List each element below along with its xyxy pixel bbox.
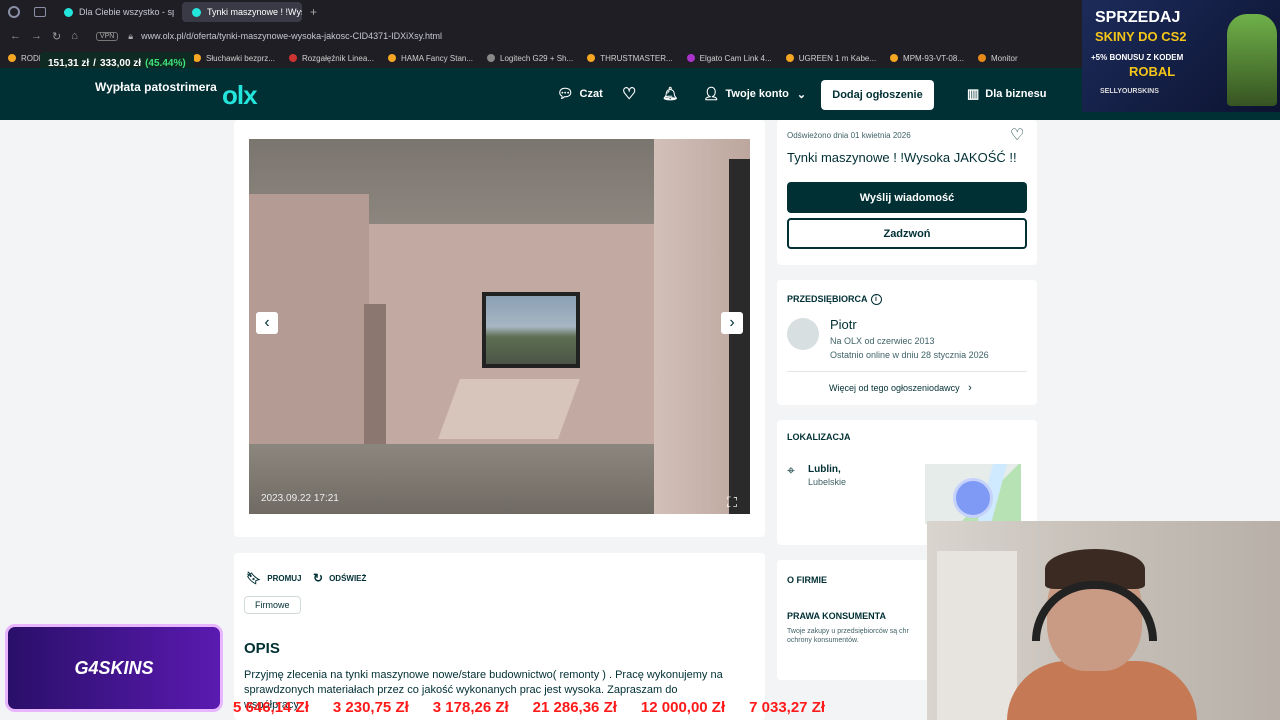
refresh-button[interactable]: ↻ ODŚWIEŻ	[313, 571, 366, 585]
map-pin-icon: ⌖	[787, 462, 795, 478]
fullscreen-icon[interactable]: ⛶	[724, 494, 740, 510]
promote-button[interactable]: 🔖︎ PROMUJ	[246, 571, 301, 585]
tab-menu-icon[interactable]	[34, 7, 46, 17]
tab-label: Dla Ciebie wszystko - spra	[79, 7, 174, 17]
category-tag[interactable]: Firmowe	[244, 596, 301, 614]
back-icon[interactable]: ←	[10, 30, 21, 42]
building-icon: ▥	[967, 86, 980, 101]
bookmark-item[interactable]: HAMA Fancy Stan...	[387, 54, 473, 63]
bookmark-icon: 🔖︎	[246, 571, 262, 585]
consumer-rights-text: Twoje zakupy u przedsiębiorców są chr oc…	[787, 628, 909, 644]
seller-since: Na OLX od czerwiec 2013	[830, 336, 935, 346]
olx-logo[interactable]: olx	[222, 80, 258, 110]
olx-favicon-icon	[192, 7, 201, 17]
more-from-seller-link[interactable]: Więcej od tego ogłoszeniodawcy ›	[829, 382, 972, 394]
gallery-prev-button[interactable]: ‹	[256, 312, 278, 334]
webcam-overlay	[927, 521, 1280, 720]
home-icon[interactable]: ⌂	[71, 30, 78, 42]
tab-dla-ciebie[interactable]: Dla Ciebie wszystko - spra	[54, 2, 174, 22]
info-icon[interactable]: i	[870, 294, 882, 306]
description-heading: OPIS	[244, 640, 280, 657]
bookmark-favicon-icon	[686, 54, 695, 62]
seller-name: Piotr	[830, 317, 857, 332]
chevron-right-icon: ›	[729, 314, 735, 331]
opera-logo-icon[interactable]	[8, 6, 20, 18]
location-map[interactable]	[925, 464, 1021, 524]
goal-percent: (45.44%)	[145, 57, 186, 69]
chevron-down-icon: ⌄	[796, 88, 807, 101]
bookmark-item[interactable]: Elgato Cam Link 4...	[686, 54, 772, 63]
chat-icon: 💬︎	[557, 86, 574, 101]
goal-separator: /	[93, 57, 96, 69]
bookmark-favicon-icon	[785, 54, 794, 62]
bookmark-item[interactable]: MPM-93-VT-08...	[890, 54, 964, 63]
heart-icon: ♡	[622, 86, 637, 103]
listing-photo[interactable]: 2023.09.22 17:21 ⛶	[249, 139, 750, 514]
listing-title: Tynki maszynowe ! !Wysoka JAKOŚĆ !!	[787, 150, 1017, 165]
bookmark-favicon-icon	[8, 54, 16, 62]
bookmark-item[interactable]: UGREEN 1 m Kabe...	[785, 54, 876, 63]
goal-target: 333,00 zł	[99, 57, 142, 69]
tab-label: Tynki maszynowe ! !Wyso	[207, 7, 302, 17]
bookmark-item[interactable]: Słuchawki bezprz...	[193, 54, 275, 63]
bookmark-item[interactable]: Logitech G29 + Sh...	[487, 54, 573, 63]
chevron-right-icon: ›	[968, 382, 972, 394]
location-city: Lublin,	[808, 464, 841, 475]
seller-section-label: PRZEDSIĘBIORCA i	[787, 294, 882, 306]
olx-favicon-icon	[64, 7, 73, 17]
account-menu[interactable]: 👤︎ Twoje konto ⌄	[703, 68, 806, 120]
new-tab-icon[interactable]: +	[310, 5, 317, 19]
call-button[interactable]: Zadzwoń	[787, 218, 1027, 249]
lock-icon[interactable]: 🔒︎	[128, 31, 133, 42]
business-link[interactable]: ▥ Dla biznesu	[967, 68, 1046, 120]
reload-icon[interactable]: ↻	[52, 30, 61, 43]
send-message-button[interactable]: Wyślij wiadomość	[787, 182, 1027, 213]
location-region: Lubelskie	[808, 477, 847, 487]
donation-ticker: 5 646,14 Zł 3 230,75 Zł 3 178,26 Zł 21 2…	[233, 698, 826, 716]
user-icon: 👤︎	[703, 86, 720, 101]
bookmark-favicon-icon	[587, 54, 596, 62]
chevron-left-icon: ‹	[264, 314, 270, 331]
bookmark-favicon-icon	[977, 54, 986, 62]
bookmark-favicon-icon	[288, 54, 297, 62]
goal-current: 151,31 zł	[48, 57, 90, 69]
bookmark-favicon-icon	[487, 54, 496, 62]
favorite-heart-icon[interactable]: ♡	[1010, 125, 1024, 145]
bookmark-item[interactable]: Monitor	[977, 54, 1018, 63]
bell-icon: 🔔︎	[662, 86, 679, 101]
chat-link[interactable]: 💬︎ Czat	[557, 68, 603, 120]
character-image	[1227, 14, 1277, 106]
notifications-link[interactable]: 🔔︎	[662, 68, 685, 120]
payout-label: Wypłata patostrimera	[95, 80, 217, 94]
seller-last-online: Ostatnio online w dniu 28 stycznia 2026	[830, 350, 989, 360]
bookmark-item[interactable]: Rozgałęźnik Linea...	[288, 54, 374, 63]
favorites-link[interactable]: ♡	[622, 68, 642, 120]
bookmark-item[interactable]: THRUSTMASTER...	[587, 54, 673, 63]
add-listing-button[interactable]: Dodaj ogłoszenie	[821, 80, 934, 110]
avatar	[787, 318, 819, 350]
vpn-badge[interactable]: VPN	[95, 31, 119, 41]
g4skins-logo: G4SKINS	[5, 624, 223, 712]
consumer-rights-label: PRAWA KONSUMENTA	[787, 611, 886, 621]
tab-tynki[interactable]: Tynki maszynowe ! !Wyso	[182, 2, 302, 22]
gallery-next-button[interactable]: ›	[721, 312, 743, 334]
photo-timestamp: 2023.09.22 17:21	[261, 493, 339, 504]
divider	[787, 371, 1027, 372]
sellyourskins-promo: SPRZEDAJ SKINY DO CS2 +5% BONUSU Z KODEM…	[1082, 0, 1280, 112]
bookmark-favicon-icon	[890, 54, 899, 62]
company-section-label: O FIRMIE	[787, 575, 827, 585]
refreshed-date: Odświeżono dnia 01 kwietnia 2026	[787, 131, 911, 140]
url-field[interactable]: www.olx.pl/d/oferta/tynki-maszynowe-wyso…	[141, 31, 442, 41]
bookmark-favicon-icon	[193, 54, 202, 62]
forward-icon[interactable]: →	[31, 30, 42, 42]
location-section-label: LOKALIZACJA	[787, 432, 851, 442]
bookmark-favicon-icon	[387, 54, 396, 62]
refresh-icon: ↻	[313, 571, 324, 585]
